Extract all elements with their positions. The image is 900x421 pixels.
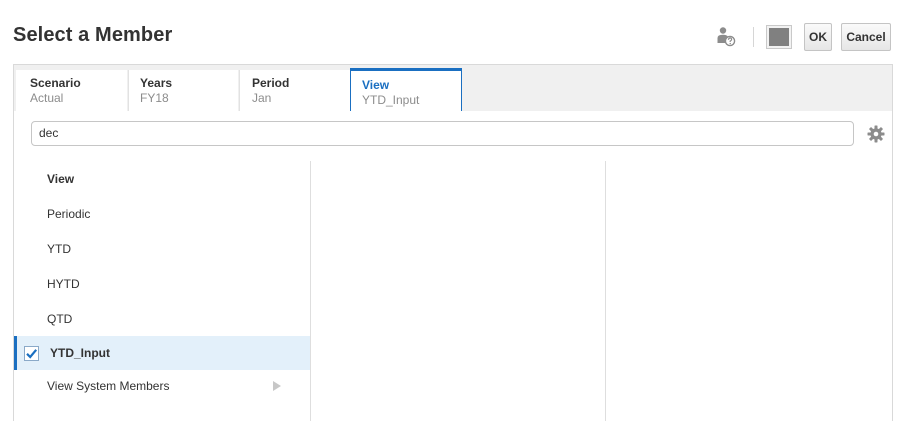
tab-label: Period (252, 76, 290, 90)
tab-label: View (362, 78, 390, 92)
member-help-icon[interactable] (716, 26, 736, 48)
list-item[interactable]: QTD (14, 302, 310, 336)
checkmark-icon (26, 349, 38, 359)
list-item[interactable]: YTD (14, 232, 310, 266)
list-item-label: View System Members (47, 379, 170, 393)
tab-value: FY18 (140, 91, 169, 105)
square-icon (769, 28, 789, 46)
member-list-header: View (47, 172, 75, 186)
tab-years[interactable]: Years FY18 (128, 70, 238, 111)
dimension-tabs: Scenario Actual Years FY18 Period Jan Vi… (14, 65, 892, 111)
list-item[interactable]: Periodic (14, 197, 310, 231)
dialog-title: Select a Member (13, 24, 173, 46)
gear-icon[interactable] (867, 125, 885, 143)
tab-value: YTD_Input (362, 93, 420, 107)
column-divider (310, 161, 311, 421)
ok-button[interactable]: OK (804, 23, 832, 51)
search-input[interactable]: dec (31, 121, 854, 146)
system-members-item[interactable]: View System Members (14, 369, 310, 403)
chevron-right-icon (273, 381, 281, 391)
list-item-label: YTD_Input (50, 346, 110, 360)
list-item[interactable]: HYTD (14, 267, 310, 301)
cancel-button[interactable]: Cancel (841, 23, 891, 51)
toolbar-divider (753, 27, 754, 47)
tab-value: Actual (30, 91, 64, 105)
member-selector-panel: Scenario Actual Years FY18 Period Jan Vi… (13, 64, 893, 421)
tab-label: Scenario (30, 76, 81, 90)
tab-view[interactable]: View YTD_Input (350, 68, 462, 111)
view-toggle-button[interactable] (766, 25, 792, 49)
checkbox[interactable] (24, 346, 39, 361)
tab-value: Jan (252, 91, 272, 105)
tab-label: Years (140, 76, 173, 90)
tab-scenario[interactable]: Scenario Actual (16, 70, 127, 111)
tab-period[interactable]: Period Jan (239, 70, 350, 111)
list-item-selected[interactable]: YTD_Input (14, 336, 310, 370)
column-divider (605, 161, 606, 421)
